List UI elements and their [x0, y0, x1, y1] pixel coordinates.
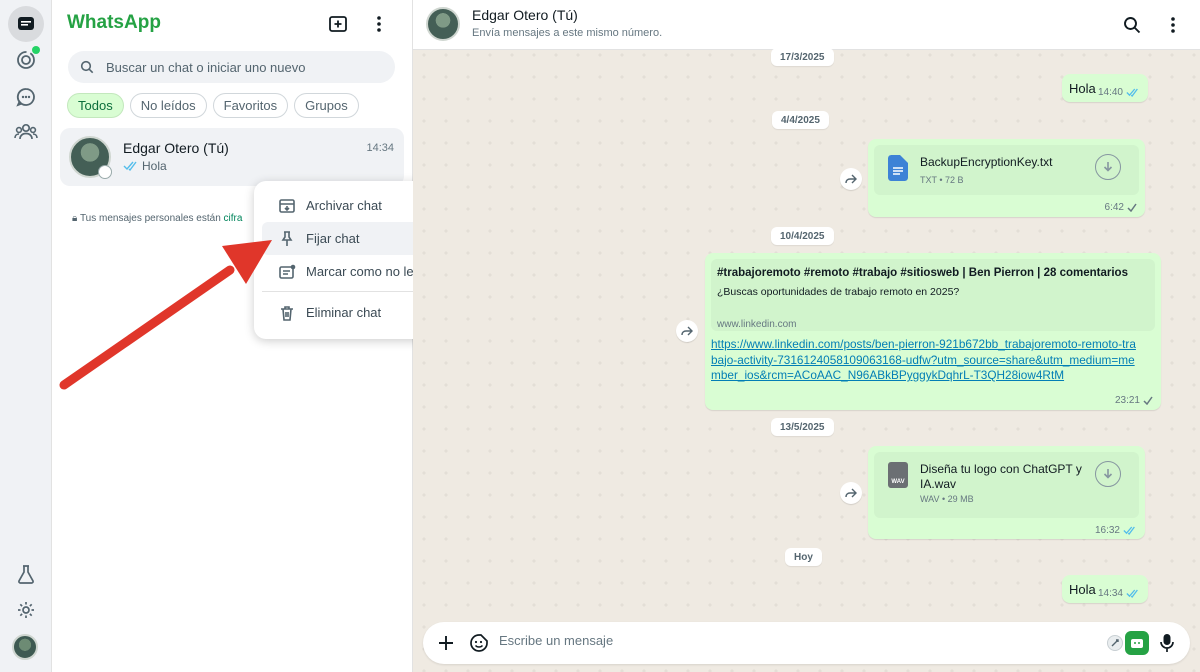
double-check-icon — [123, 161, 137, 171]
menu-pin-label: Fijar chat — [306, 231, 360, 246]
file-card[interactable]: BackupEncryptionKey.txt TXT • 72 B — [874, 145, 1139, 195]
attach-plus-icon[interactable] — [434, 631, 458, 655]
link-preview-url: www.linkedin.com — [717, 319, 797, 330]
conversation-menu-icon[interactable] — [1159, 11, 1187, 39]
message-text: Hola — [1069, 81, 1096, 96]
filter-all[interactable]: Todos — [67, 93, 124, 118]
encryption-note-text: Tus mensajes personales están — [79, 213, 221, 224]
chats-icon[interactable] — [8, 6, 44, 42]
encryption-note: 🔒︎ Tus mensajes personales están cifra — [72, 213, 242, 224]
status-icon[interactable] — [8, 42, 44, 78]
file-meta: WAV • 29 MB — [920, 494, 974, 504]
forward-icon[interactable] — [840, 168, 862, 190]
search-icon — [80, 60, 94, 74]
settings-icon[interactable] — [8, 592, 44, 628]
conversation-pane: Edgar Otero (Tú) Envía mensajes a este m… — [413, 0, 1200, 672]
filter-groups[interactable]: Grupos — [294, 93, 359, 118]
double-check-icon — [1126, 88, 1138, 97]
conversation-header[interactable]: Edgar Otero (Tú) Envía mensajes a este m… — [413, 0, 1200, 50]
communities-icon[interactable] — [8, 114, 44, 150]
date-separator: 10/4/2025 — [771, 227, 834, 245]
date-separator: 4/4/2025 — [772, 111, 829, 129]
chat-list-item[interactable]: Edgar Otero (Tú) 14:34 Hola — [60, 128, 404, 186]
double-check-icon — [1123, 526, 1135, 535]
message-time: 16:32 — [1095, 525, 1137, 536]
profile-avatar[interactable] — [12, 634, 38, 660]
document-icon — [888, 155, 908, 181]
menu-icon[interactable] — [365, 10, 393, 38]
message-time-text: 16:32 — [1094, 525, 1120, 536]
file-meta: TXT • 72 B — [920, 175, 964, 185]
encryption-link[interactable]: cifra — [224, 213, 243, 224]
message-bubble-file[interactable]: WAV Diseña tu logo con ChatGPT y IA.wav … — [868, 446, 1145, 539]
message-time: 14:34 — [1098, 588, 1140, 599]
link-preview-description: ¿Buscas oportunidades de trabajo remoto … — [717, 286, 960, 298]
message-time: 23:21 — [1115, 395, 1153, 406]
chat-last-message-text: Hola — [142, 159, 167, 173]
link-preview[interactable]: #trabajoremoto #remoto #trabajo #sitiosw… — [711, 259, 1155, 331]
trash-icon — [281, 305, 293, 321]
nav-rail — [0, 0, 52, 672]
message-time-text: 14:40 — [1097, 87, 1123, 98]
status-unread-dot — [32, 46, 40, 54]
contact-name: Edgar Otero (Tú) — [472, 7, 578, 23]
download-icon[interactable] — [1095, 461, 1121, 487]
search-icon[interactable] — [1118, 11, 1146, 39]
message-bubble[interactable]: Hola 14:34 — [1062, 575, 1148, 603]
date-separator: 13/5/2025 — [771, 418, 834, 436]
lock-icon: 🔒︎ — [72, 213, 78, 224]
app-title: WhatsApp — [67, 12, 161, 33]
mark-unread-icon — [279, 264, 296, 279]
message-text: Hola — [1069, 582, 1096, 597]
link-preview-title: #trabajoremoto #remoto #trabajo #sitiosw… — [717, 267, 1128, 279]
filter-chips: Todos No leídos Favoritos Grupos — [67, 93, 359, 118]
chat-time: 14:34 — [366, 142, 394, 154]
menu-delete-label: Eliminar chat — [306, 305, 382, 320]
contact-avatar[interactable] — [426, 7, 460, 41]
check-icon — [1127, 203, 1137, 212]
message-composer — [423, 622, 1190, 664]
new-chat-icon[interactable] — [324, 10, 352, 38]
file-name: Diseña tu logo con ChatGPT y IA.wav — [920, 462, 1082, 491]
message-time: 14:40 — [1098, 87, 1140, 98]
date-separator: Hoy — [785, 548, 822, 566]
double-check-icon — [1126, 589, 1138, 598]
menu-archive-label: Archivar chat — [306, 198, 382, 213]
check-icon — [1143, 396, 1153, 405]
message-link[interactable]: https://www.linkedin.com/posts/ben-pierr… — [711, 337, 1141, 384]
message-time-text: 6:42 — [1104, 202, 1124, 213]
message-input[interactable] — [499, 633, 1099, 648]
message-bubble[interactable]: Hola 14:40 — [1062, 74, 1148, 102]
contact-subtitle: Envía mensajes a este mismo número. — [472, 27, 663, 39]
date-separator: 17/3/2025 — [771, 48, 834, 66]
forward-icon[interactable] — [840, 482, 862, 504]
sticker-maker-icon[interactable] — [1125, 631, 1149, 655]
lab-icon[interactable] — [8, 556, 44, 592]
chat-last-message: Hola — [123, 159, 167, 173]
status-badge — [98, 165, 112, 179]
microphone-icon[interactable] — [1155, 631, 1179, 655]
chat-name: Edgar Otero (Tú) — [123, 140, 229, 156]
sticker-emoji-icon[interactable] — [467, 631, 491, 655]
search-input[interactable] — [106, 59, 376, 75]
search-bar — [68, 51, 395, 83]
filter-unread[interactable]: No leídos — [129, 93, 207, 118]
file-name: BackupEncryptionKey.txt — [920, 155, 1053, 169]
chat-avatar — [69, 136, 112, 179]
filter-favorites[interactable]: Favoritos — [212, 93, 289, 118]
file-badge: WAV — [891, 479, 905, 485]
meta-ai-icon[interactable] — [1103, 631, 1127, 655]
pin-icon — [281, 230, 293, 246]
forward-icon[interactable] — [676, 320, 698, 342]
audio-file-icon: WAV — [888, 462, 908, 488]
channels-icon[interactable] — [8, 79, 44, 115]
message-time: 6:42 — [1105, 202, 1137, 213]
message-time-text: 23:21 — [1114, 395, 1140, 406]
message-bubble-link[interactable]: #trabajoremoto #remoto #trabajo #sitiosw… — [705, 253, 1161, 410]
archive-icon — [279, 198, 295, 213]
file-card[interactable]: WAV Diseña tu logo con ChatGPT y IA.wav … — [874, 452, 1139, 518]
message-time-text: 14:34 — [1097, 588, 1123, 599]
download-icon[interactable] — [1095, 154, 1121, 180]
message-bubble-file[interactable]: BackupEncryptionKey.txt TXT • 72 B 6:42 — [868, 139, 1145, 217]
